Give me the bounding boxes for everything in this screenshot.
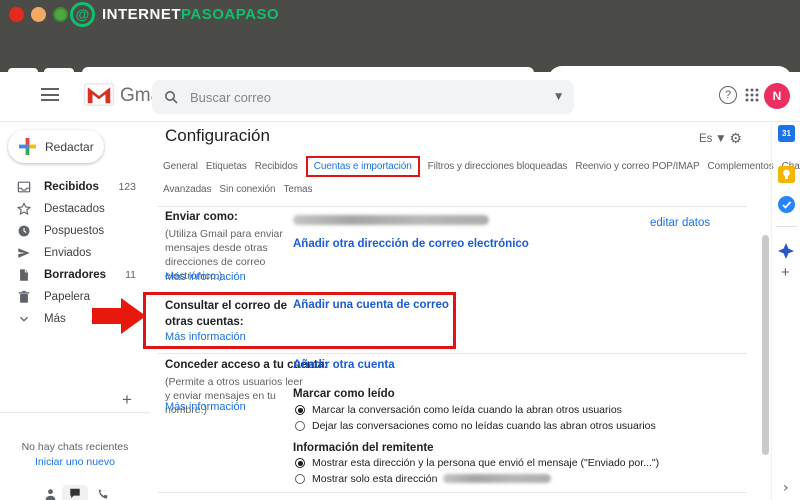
sidebar-item-starred[interactable]: Destacados: [0, 198, 150, 219]
redacted-email-address: [293, 215, 489, 225]
site-logo-icon: @: [70, 2, 95, 27]
start-chat-link[interactable]: Iniciar uno nuevo: [0, 456, 150, 468]
scrollbar[interactable]: [762, 235, 769, 455]
add-email-address-link[interactable]: Añadir otra dirección de correo electrón…: [293, 238, 529, 250]
send-icon: [18, 247, 30, 258]
sidebar-item-drafts[interactable]: Borradores 11: [0, 264, 150, 285]
chevron-down-icon: [20, 316, 28, 322]
chat-icon: [70, 488, 80, 499]
keep-icon[interactable]: [778, 166, 795, 183]
divider: [158, 353, 747, 354]
side-panel-divider: [771, 122, 772, 500]
tab-recibidos[interactable]: Recibidos: [255, 161, 298, 172]
tab-cuentas-e-importacion[interactable]: Cuentas e importación: [305, 156, 420, 177]
annotation-arrow-head: [121, 298, 146, 334]
close-window-button[interactable]: [9, 7, 24, 22]
inbox-icon: [17, 181, 31, 192]
tab-complementos[interactable]: Complementos: [708, 161, 774, 172]
drafts-count: 11: [125, 268, 136, 281]
divider: [158, 492, 747, 493]
annotation-arrow-icon: [92, 308, 123, 324]
check-mail-more-info-link[interactable]: Más información: [165, 331, 246, 343]
send-as-label: Enviar como:: [165, 211, 238, 223]
page-title: Configuración: [165, 126, 270, 145]
phone-icon[interactable]: [96, 488, 109, 500]
site-brand: INTERNETPASOAPASO: [102, 6, 279, 23]
search-options-icon[interactable]: ▼: [555, 92, 562, 102]
tab-avanzadas[interactable]: Avanzadas: [163, 184, 212, 195]
tab-sin-conexion[interactable]: Sin conexión: [219, 184, 275, 195]
search-icon: [165, 91, 178, 104]
radio-icon[interactable]: [295, 458, 305, 468]
tab-general[interactable]: General: [163, 161, 198, 172]
brand-green: PASOAPASO: [181, 6, 280, 23]
trash-icon: [18, 290, 30, 303]
compose-label: Redactar: [45, 139, 94, 154]
get-addons-plus-icon[interactable]: +: [781, 264, 790, 281]
settings-tabs-row2: Avanzadas Sin conexión Temas: [163, 184, 313, 195]
clock-icon: [18, 225, 30, 236]
sender-info-heading: Información del remitente: [293, 442, 434, 454]
tasks-icon[interactable]: [778, 196, 795, 213]
add-account-link[interactable]: Añadir otra cuenta: [293, 359, 395, 371]
inbox-count: 123: [118, 180, 136, 193]
settings-tabs-row1: General Etiquetas Recibidos Cuentas e im…: [163, 156, 800, 177]
browser-navbar: ◀ ▶ Search: [0, 30, 800, 94]
apps-grid-icon[interactable]: [745, 88, 759, 102]
radio-icon[interactable]: [295, 405, 305, 415]
add-mail-account-link[interactable]: Añadir una cuenta de correo: [293, 299, 449, 311]
chat-empty-text: No hay chats recientes: [21, 441, 129, 453]
browser-window: @ INTERNETPASOAPASO ◀ ▶ Search Gmail Bus…: [0, 0, 800, 500]
minimize-window-button[interactable]: [31, 7, 46, 22]
calendar-icon[interactable]: 31: [778, 125, 795, 142]
window-titlebar: @ INTERNETPASOAPASO: [0, 0, 800, 30]
sender-option-2[interactable]: Mostrar solo esta dirección: [295, 473, 437, 485]
sidebar-item-snoozed[interactable]: Pospuestos: [0, 220, 150, 241]
send-as-more-info-link[interactable]: Más información: [165, 271, 246, 283]
grant-access-more-info-link[interactable]: Más información: [165, 401, 246, 413]
menu-icon[interactable]: [41, 88, 59, 101]
compose-plus-icon: [19, 138, 36, 155]
help-icon[interactable]: ?: [719, 86, 737, 104]
sender-option-1[interactable]: Mostrar esta dirección y la persona que …: [295, 457, 659, 469]
side-panel-separator: [776, 226, 797, 227]
compose-button[interactable]: Redactar: [8, 130, 104, 163]
star-icon: [17, 201, 31, 215]
sidebar-item-inbox[interactable]: Recibidos 123: [0, 176, 150, 197]
mark-read-option-2[interactable]: Dejar las conversaciones como no leídas …: [295, 420, 656, 432]
sidebar-divider: [0, 412, 150, 413]
mark-read-option-1[interactable]: Marcar la conversación como leída cuando…: [295, 404, 622, 416]
edit-info-link[interactable]: editar datos: [650, 217, 710, 229]
gear-icon[interactable]: ⚙: [729, 131, 742, 147]
check-mail-label: Consultar el correo de otras cuentas:: [165, 300, 288, 328]
chevron-right-icon[interactable]: ›: [783, 480, 789, 496]
mark-read-heading: Marcar como leído: [293, 388, 395, 400]
chat-tab[interactable]: [62, 485, 88, 500]
chevron-down-icon: ▼: [717, 134, 725, 144]
gmail-search-bar[interactable]: Buscar correo ▼: [152, 80, 574, 114]
divider: [158, 206, 747, 207]
language-selector[interactable]: Es ▼ ⚙: [699, 131, 742, 147]
draft-icon: [20, 268, 28, 281]
contacts-icon[interactable]: [44, 488, 57, 500]
brand-white: INTERNET: [102, 6, 181, 23]
language-label: Es: [699, 133, 713, 145]
sidebar-item-sent[interactable]: Enviados: [0, 242, 150, 263]
zoom-window-button[interactable]: [53, 7, 68, 22]
tab-etiquetas[interactable]: Etiquetas: [206, 161, 247, 172]
gmail-search-placeholder: Buscar correo: [190, 89, 271, 105]
addon-icon[interactable]: [778, 243, 794, 259]
radio-icon[interactable]: [295, 474, 305, 484]
tab-reenvio-pop-imap[interactable]: Reenvio y correo POP/IMAP: [575, 161, 699, 172]
redacted-address: [443, 474, 551, 483]
radio-icon[interactable]: [295, 421, 305, 431]
tab-temas[interactable]: Temas: [283, 184, 312, 195]
account-avatar[interactable]: N: [764, 83, 790, 109]
gmail-logo-icon[interactable]: [84, 83, 114, 106]
tab-filtros[interactable]: Filtros y direcciones bloqueadas: [428, 161, 568, 172]
new-chat-plus-icon[interactable]: +: [122, 390, 132, 410]
